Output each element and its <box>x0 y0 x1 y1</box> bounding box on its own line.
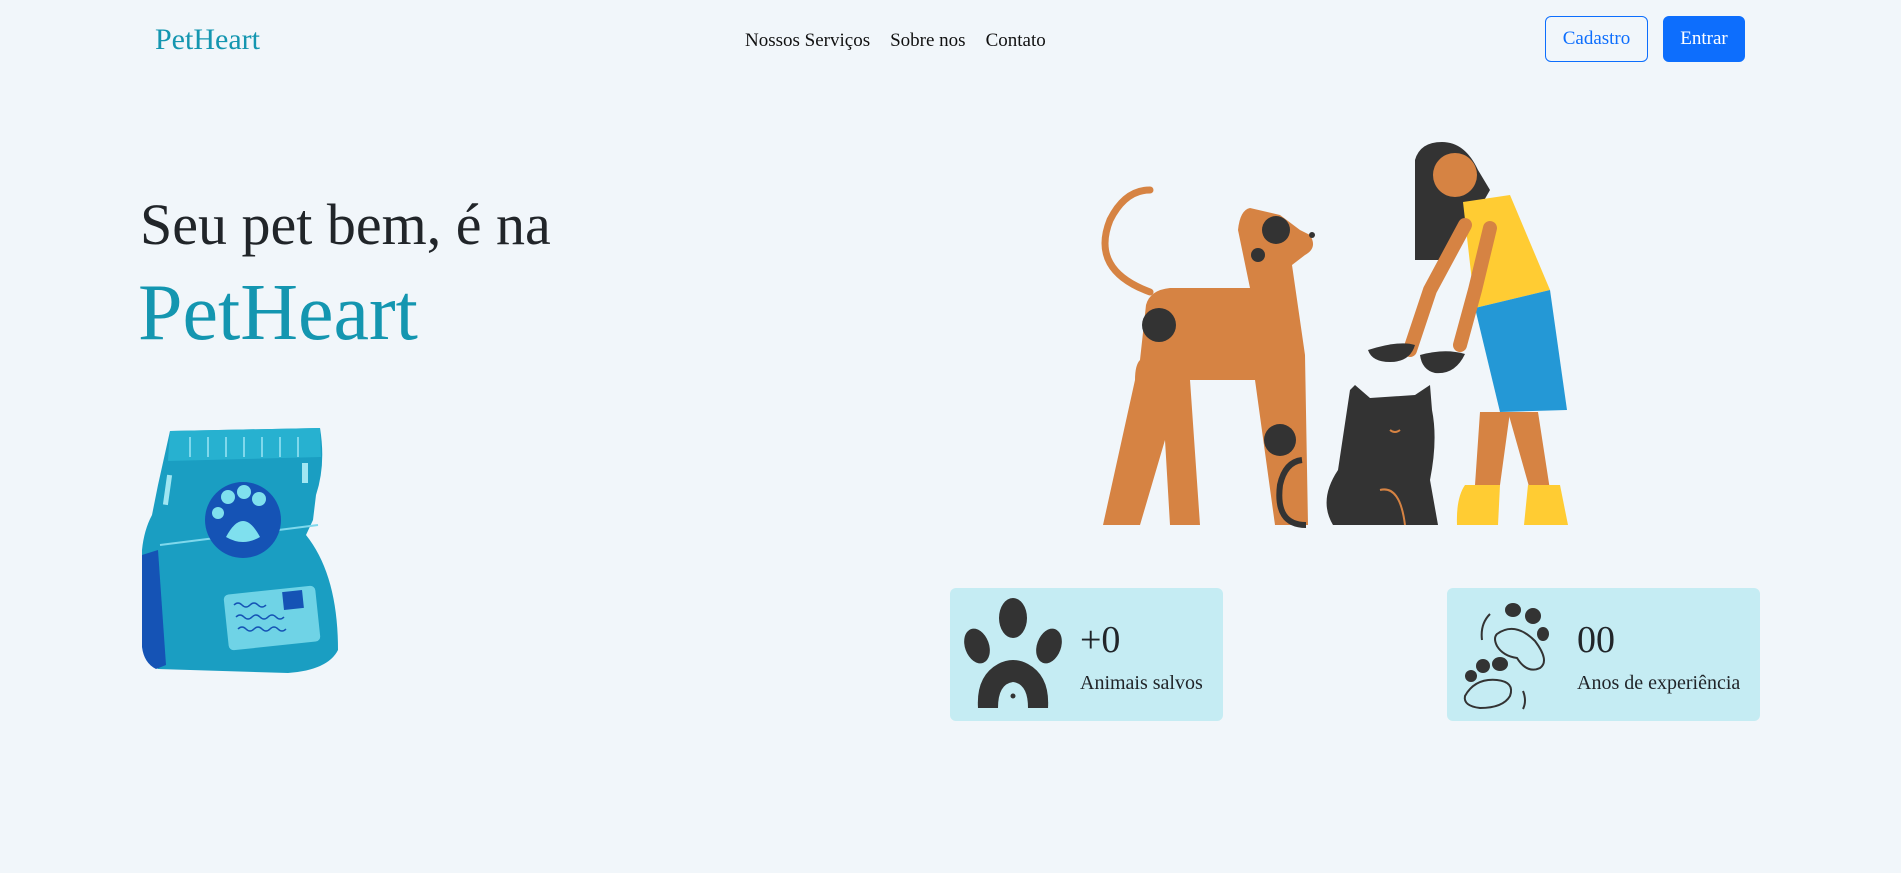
stat-value-animals-saved: +0 <box>1080 619 1121 661</box>
paw-prints-icon <box>1463 603 1549 710</box>
stat-card-years-experience: 00 Anos de experiência <box>1447 588 1760 721</box>
nav-link-servicos[interactable]: Nossos Serviços <box>745 27 870 54</box>
navbar: PetHeart Nossos Serviços Sobre nos Conta… <box>0 0 1901 80</box>
signup-button[interactable]: Cadastro <box>1545 16 1648 62</box>
hero-title: Seu pet bem, é na <box>140 192 551 257</box>
stat-value-years-experience: 00 <box>1577 619 1615 661</box>
nav-link-contato[interactable]: Contato <box>986 27 1046 54</box>
login-button[interactable]: Entrar <box>1663 16 1745 62</box>
paw-icon <box>964 598 1062 708</box>
pet-food-bag-illustration <box>142 428 338 673</box>
stat-label-animals-saved: Animais salvos <box>1080 672 1203 694</box>
stat-card-animals-saved: +0 Animais salvos <box>950 588 1223 721</box>
woman-feeding-pets-illustration <box>1101 142 1568 528</box>
nav-links: Nossos Serviços Sobre nos Contato <box>745 27 1046 54</box>
nav-link-sobre[interactable]: Sobre nos <box>890 27 965 54</box>
hero-brand-title: PetHeart <box>138 269 418 357</box>
stat-label-years-experience: Anos de experiência <box>1577 672 1741 694</box>
brand-logo[interactable]: PetHeart <box>155 20 260 60</box>
